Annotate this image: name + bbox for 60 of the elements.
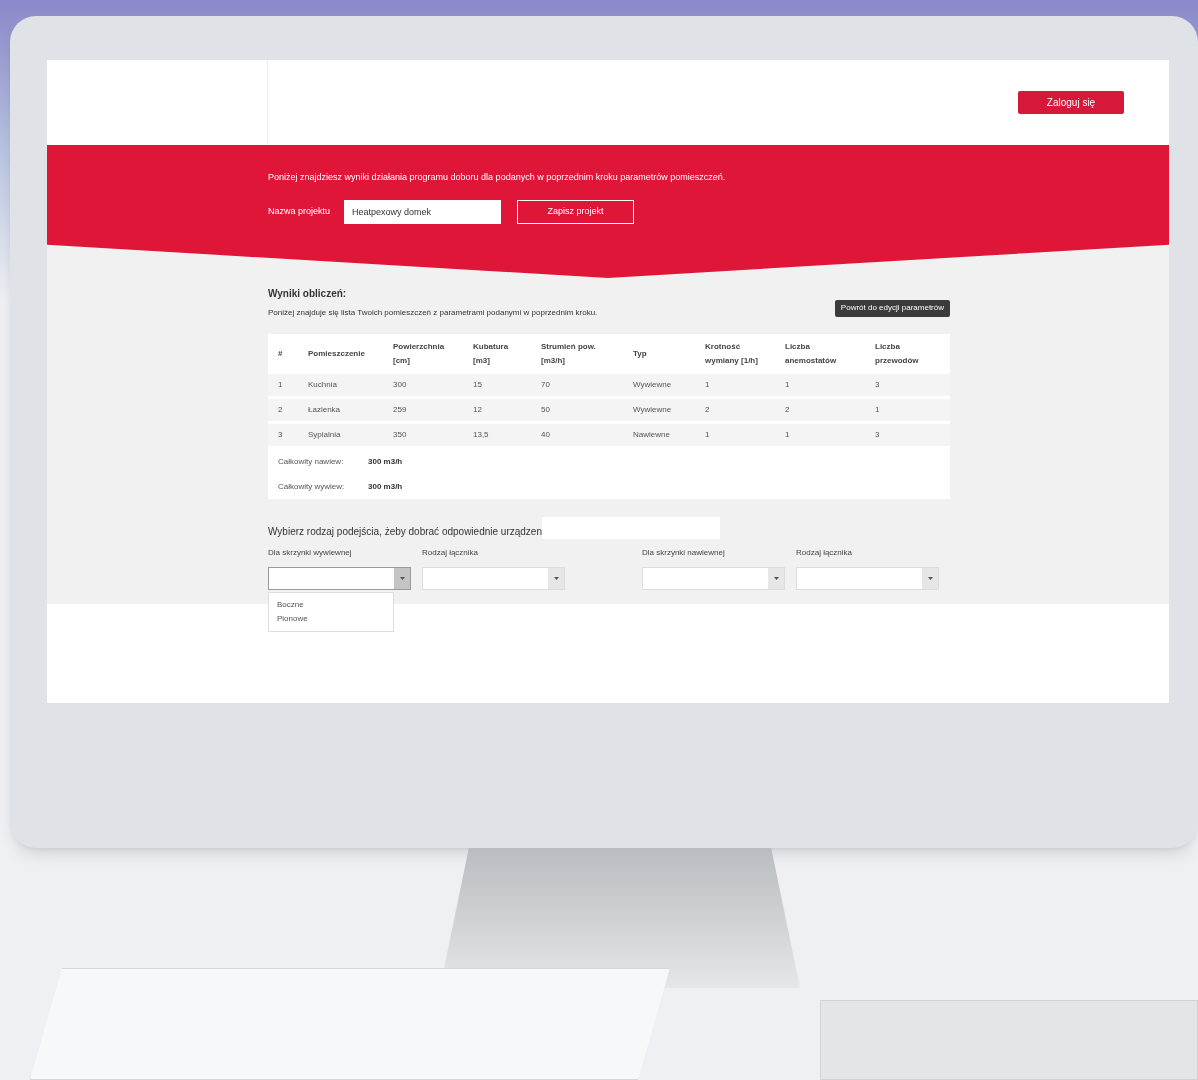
caret-icon: [553, 577, 559, 580]
table-cell-text: 70: [540, 379, 551, 391]
table-cell-text: 1: [704, 429, 711, 441]
table-cell-text: 13,5: [472, 429, 490, 441]
table-cell-text: 40: [540, 429, 551, 441]
caret-icon: [927, 577, 933, 580]
table-cell-text: Wywiewne: [632, 404, 673, 416]
column-header: Strumień pow. [m3/h]: [540, 341, 597, 367]
field-label: Rodzaj łącznika: [796, 547, 854, 559]
save-project-button[interactable]: Zapisz projekt: [517, 199, 634, 224]
table-cell-text: 3: [874, 429, 881, 441]
table-cell-text: Łazienka: [307, 404, 342, 416]
table-cell-text: 50: [540, 404, 551, 416]
table-cell-text: 12: [472, 404, 483, 416]
table-cell-text: 15: [472, 379, 483, 391]
login-button[interactable]: Zaloguj się: [1018, 91, 1124, 114]
column-header: Krotność wymiany [1/h]: [704, 341, 759, 367]
dropdown-option[interactable]: Boczne: [269, 598, 393, 612]
field-label: Rodzaj łącznika: [422, 547, 480, 559]
total-value: 300 m3/h: [368, 455, 403, 468]
column-header: Typ: [632, 348, 648, 360]
total-label: Całkowity nawiew:: [278, 455, 345, 468]
table-cell-text: 2: [277, 404, 284, 416]
table-cell-text: 259: [392, 404, 408, 416]
table-cell-text: Nawiewne: [632, 429, 671, 441]
dropdown-option[interactable]: Pionowe: [269, 612, 393, 626]
caret-icon: [399, 577, 405, 580]
table-cell-text: Kuchnia: [307, 379, 338, 391]
total-label: Całkowity wywiew:: [278, 480, 346, 493]
description-text: Poniżej znajduje się lista Twoich pomieszczeń z parametrami podanymi w poprzednim kroku.: [268, 307, 598, 319]
table-cell-text: 2: [784, 404, 791, 416]
column-header: Liczba anemostatów: [784, 341, 838, 367]
field-label: Nazwa projektu: [268, 204, 332, 218]
field-label: Dla skrzynki wywiewnej: [268, 547, 353, 559]
dropdown-field[interactable]: [268, 567, 411, 590]
column-header: #: [277, 348, 284, 360]
project-name-field[interactable]: Heatpexowy domek: [344, 199, 501, 224]
column-header: Powierzchnia [cm]: [392, 341, 446, 367]
table-cell-text: 1: [784, 429, 791, 441]
column-header: Pomieszczenie: [307, 348, 366, 360]
table-cell-text: 1: [874, 404, 881, 416]
table-cell-text: Wywiewne: [632, 379, 673, 391]
column-header: Liczba przewodów: [874, 341, 920, 367]
table-cell-text: Sypialnia: [307, 429, 342, 441]
table-cell-text: 1: [704, 379, 711, 391]
total-value: 300 m3/h: [368, 480, 403, 493]
field-label: Dla skrzynki nawiewnej: [642, 547, 726, 559]
section-title: Wyniki obliczeń:: [268, 287, 348, 301]
intro-text: Poniżej znajdziesz wyniki działania programu doboru dla podanych w poprzednim kroku parametrów pomieszczeń.: [268, 171, 727, 184]
table-cell-text: 3: [874, 379, 881, 391]
table-cell-text: 2: [704, 404, 711, 416]
table-cell-text: 1: [784, 379, 791, 391]
prompt-text: Wybierz rodzaj podejścia, żeby dobrać odpowiednie urządzen: [268, 524, 542, 539]
table-cell-text: 350: [392, 429, 408, 441]
table-cell-text: 3: [277, 429, 284, 441]
table-cell-text: 300: [392, 379, 408, 391]
back-to-edit-button[interactable]: Powrót do edycji parametrów: [834, 299, 950, 317]
table-cell-text: 1: [277, 379, 284, 391]
column-header: Kubatura [m3]: [472, 341, 510, 367]
caret-icon: [773, 577, 779, 580]
